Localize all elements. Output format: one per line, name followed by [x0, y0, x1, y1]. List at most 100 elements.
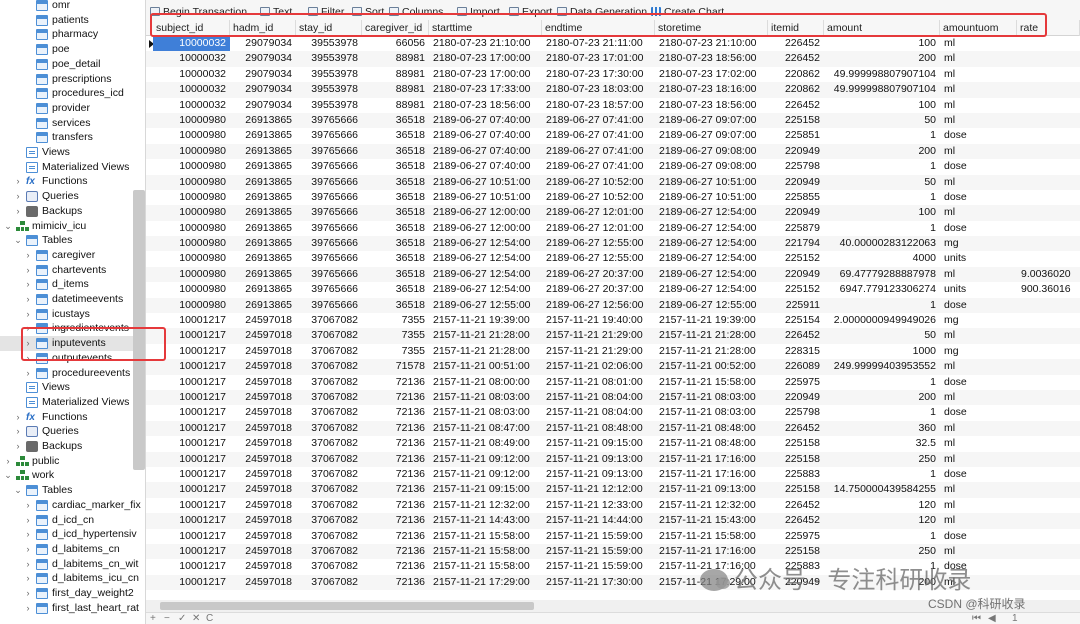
cell-endtime[interactable]: 2189-06-27 07:41:00 [542, 128, 655, 143]
cell-caregiver-id[interactable]: 36518 [362, 175, 429, 190]
cell-caregiver-id[interactable]: 88981 [362, 67, 429, 82]
table-row[interactable]: 10001217 24597018 37067082 72136 2157-11-21 … [146, 375, 1080, 390]
cell-storetime[interactable]: 2180-07-23 18:16:00 [655, 82, 768, 97]
cell-rate[interactable] [1017, 328, 1080, 343]
cell-rate[interactable]: 900.36016 [1017, 282, 1080, 297]
cell-stay-id[interactable]: 39765666 [296, 236, 362, 251]
cell-rate[interactable] [1017, 67, 1080, 82]
cell-subject-id[interactable]: 10001217 [153, 344, 230, 359]
cell-starttime[interactable]: 2189-06-27 07:40:00 [429, 113, 542, 128]
cell-amountuom[interactable]: ml [940, 436, 1017, 451]
toolbar-begin-transaction-button[interactable]: Begin Transaction [150, 5, 247, 20]
sidebar-item-backups[interactable]: › Backups [0, 204, 145, 219]
cell-endtime[interactable]: 2157-11-21 09:13:00 [542, 452, 655, 467]
delete-record-button[interactable]: − [164, 613, 170, 624]
column-header-stay-id[interactable]: stay_id [296, 20, 362, 36]
table-row[interactable]: 10001217 24597018 37067082 72136 2157-11-21 … [146, 451, 1080, 467]
sidebar-scrollbar[interactable] [133, 190, 145, 470]
cell-stay-id[interactable]: 37067082 [296, 467, 362, 482]
sidebar-item-materialized-views[interactable]: Materialized Views [0, 395, 145, 410]
chevron-right-icon[interactable]: › [13, 204, 23, 219]
cell-amount[interactable]: 250 [824, 544, 940, 559]
cell-subject-id[interactable]: 10000980 [153, 282, 230, 297]
cell-itemid[interactable]: 226452 [768, 421, 824, 436]
cell-amount[interactable]: 1 [824, 375, 940, 390]
cell-itemid[interactable]: 225798 [768, 159, 824, 174]
cell-amount[interactable]: 1 [824, 298, 940, 313]
chevron-right-icon[interactable]: › [23, 557, 33, 572]
cell-caregiver-id[interactable]: 36518 [362, 282, 429, 297]
toolbar-create-chart-button[interactable]: Create Chart [651, 5, 724, 20]
cell-itemid[interactable]: 225855 [768, 190, 824, 205]
cell-starttime[interactable]: 2189-06-27 07:40:00 [429, 159, 542, 174]
cell-stay-id[interactable]: 37067082 [296, 375, 362, 390]
cell-hadm-id[interactable]: 26913865 [230, 144, 296, 159]
cell-stay-id[interactable]: 39553978 [296, 98, 362, 113]
cell-stay-id[interactable]: 37067082 [296, 328, 362, 343]
cell-itemid[interactable]: 220949 [768, 267, 824, 282]
discard-changes-button[interactable]: ✕ [192, 613, 200, 624]
cell-rate[interactable] [1017, 313, 1080, 328]
cell-starttime[interactable]: 2189-06-27 10:51:00 [429, 175, 542, 190]
cell-stay-id[interactable]: 39765666 [296, 267, 362, 282]
cell-caregiver-id[interactable]: 36518 [362, 128, 429, 143]
cell-storetime[interactable]: 2157-11-21 19:39:00 [655, 313, 768, 328]
cell-amountuom[interactable]: ml [940, 82, 1017, 97]
cell-storetime[interactable]: 2157-11-21 08:03:00 [655, 405, 768, 420]
cell-rate[interactable] [1017, 251, 1080, 266]
cell-stay-id[interactable]: 39553978 [296, 51, 362, 66]
cell-subject-id[interactable]: 10001217 [153, 375, 230, 390]
cell-amountuom[interactable]: mg [940, 344, 1017, 359]
cell-rate[interactable] [1017, 405, 1080, 420]
cell-subject-id[interactable]: 10001217 [153, 405, 230, 420]
toolbar-sort-button[interactable]: Sort [352, 5, 384, 20]
cell-stay-id[interactable]: 39765666 [296, 221, 362, 236]
cell-caregiver-id[interactable]: 36518 [362, 144, 429, 159]
cell-caregiver-id[interactable]: 72136 [362, 513, 429, 528]
cell-amount[interactable]: 32.5 [824, 436, 940, 451]
cell-starttime[interactable]: 2157-11-21 14:43:00 [429, 513, 542, 528]
cell-endtime[interactable]: 2157-11-21 09:15:00 [542, 436, 655, 451]
table-row[interactable]: 10000980 26913865 39765666 36518 2189-06-27 … [146, 190, 1080, 205]
table-row[interactable]: 10001217 24597018 37067082 72136 2157-11-21 … [146, 543, 1080, 560]
cell-hadm-id[interactable]: 24597018 [230, 375, 296, 390]
cell-caregiver-id[interactable]: 72136 [362, 467, 429, 482]
chevron-right-icon[interactable]: › [13, 189, 23, 204]
apply-changes-button[interactable]: ✓ [178, 613, 186, 624]
cell-caregiver-id[interactable]: 7355 [362, 328, 429, 343]
cell-starttime[interactable]: 2157-11-21 15:58:00 [429, 529, 542, 544]
cell-itemid[interactable]: 228315 [768, 344, 824, 359]
cell-storetime[interactable]: 2157-11-21 21:28:00 [655, 328, 768, 343]
cell-amount[interactable]: 200 [824, 144, 940, 159]
page-number[interactable]: 1 [1012, 613, 1018, 624]
cell-amountuom[interactable]: ml [940, 205, 1017, 220]
cell-rate[interactable] [1017, 575, 1080, 590]
cell-amount[interactable]: 49.999998807907104 [824, 82, 940, 97]
sidebar-item-omr[interactable]: omr [0, 0, 145, 13]
cell-starttime[interactable]: 2157-11-21 12:32:00 [429, 498, 542, 513]
toolbar-text-button[interactable]: Text [260, 5, 292, 20]
cell-storetime[interactable]: 2157-11-21 08:48:00 [655, 436, 768, 451]
cell-caregiver-id[interactable]: 88981 [362, 51, 429, 66]
cell-rate[interactable] [1017, 221, 1080, 236]
cell-itemid[interactable]: 225851 [768, 128, 824, 143]
cell-storetime[interactable]: 2189-06-27 12:54:00 [655, 236, 768, 251]
cell-starttime[interactable]: 2189-06-27 12:54:00 [429, 282, 542, 297]
cell-rate[interactable] [1017, 513, 1080, 528]
cell-stay-id[interactable]: 37067082 [296, 529, 362, 544]
cell-starttime[interactable]: 2189-06-27 10:51:00 [429, 190, 542, 205]
chevron-right-icon[interactable]: › [23, 498, 33, 513]
chevron-right-icon[interactable]: › [13, 424, 23, 439]
cell-rate[interactable] [1017, 205, 1080, 220]
cell-endtime[interactable]: 2157-11-21 15:59:00 [542, 544, 655, 559]
cell-subject-id[interactable]: 10001217 [153, 421, 230, 436]
cell-rate[interactable] [1017, 236, 1080, 251]
cell-endtime[interactable]: 2189-06-27 10:52:00 [542, 175, 655, 190]
sidebar-item-views[interactable]: Views [0, 380, 145, 395]
cell-rate[interactable]: 9.0036020 [1017, 267, 1080, 282]
cell-caregiver-id[interactable]: 72136 [362, 390, 429, 405]
cell-subject-id[interactable]: 10001217 [153, 559, 230, 574]
cell-caregiver-id[interactable]: 88981 [362, 98, 429, 113]
cell-amount[interactable]: 1 [824, 405, 940, 420]
cell-stay-id[interactable]: 39553978 [296, 36, 362, 51]
